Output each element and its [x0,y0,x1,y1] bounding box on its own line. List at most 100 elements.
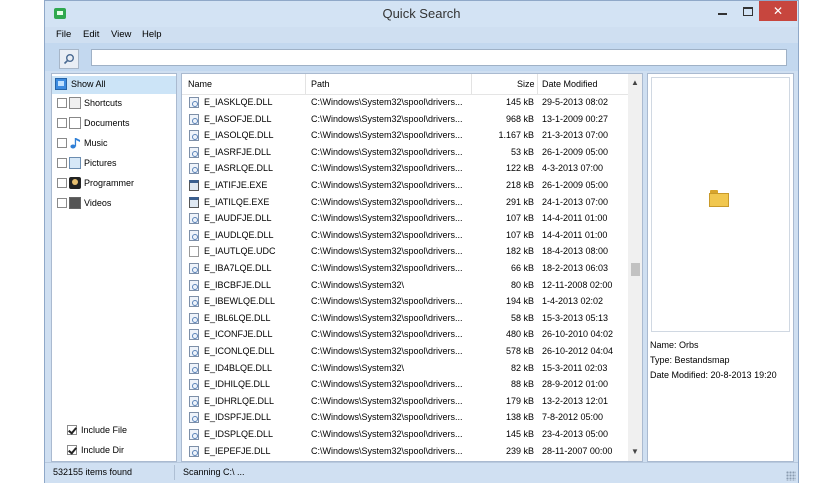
table-row[interactable]: E_IDHRLQE.DLL C:\Windows\System32\spool\d… [182,394,628,410]
file-name-cell: E_IASOLQE.DLL [204,130,274,141]
file-size-cell: 194 kB [505,296,534,307]
menu-help[interactable]: Help [142,29,162,40]
table-row[interactable]: E_IBL6LQE.DLL C:\Windows\System32\spool\d… [182,311,628,327]
sidebar-item-documents[interactable]: Documents [52,115,176,133]
sidebar-item-videos[interactable]: Videos [52,195,176,213]
date-modified-cell: 14-4-2011 01:00 [542,229,608,240]
menu-view[interactable]: View [111,29,131,40]
dll-file-icon [189,346,199,357]
include-file-checkbox[interactable] [67,425,77,435]
sidebar-item-show-all[interactable]: Show All [52,76,176,94]
close-button[interactable]: ✕ [759,1,797,21]
vertical-scrollbar[interactable]: ▲ ▼ [628,74,642,461]
sidebar-item-label: Videos [84,198,112,208]
include-file-label: Include File [81,425,128,435]
table-row[interactable]: E_IDSPFJE.DLL C:\Windows\System32\spool\d… [182,410,628,426]
sidebar-item-label: Pictures [84,158,117,168]
pictures-checkbox[interactable] [57,158,67,168]
file-name-cell: E_IATILQE.EXE [204,196,270,207]
include-dir-checkbox[interactable] [67,445,77,455]
file-name-cell: E_IAUTLQE.UDC [204,246,276,257]
maximize-button[interactable] [735,1,761,21]
column-header-name[interactable]: Name [188,79,212,89]
minimize-button[interactable] [709,1,735,21]
sidebar-item-pictures[interactable]: Pictures [52,155,176,173]
dll-file-icon [189,113,199,125]
table-row[interactable]: E_IBEWLQE.DLL C:\Windows\System32\spool\d… [182,294,628,310]
table-row[interactable]: E_IATILQE.EXE C:\Windows\System32\spool\d… [182,195,628,211]
sidebar-item-programmer[interactable]: Programmer [52,175,176,193]
file-path-cell: C:\Windows\System32\spool\drivers... [311,312,463,323]
file-name-cell: E_ID4BLQE.DLL [204,362,273,373]
music-checkbox[interactable] [57,138,67,148]
include-dir-label: Include Dir [81,445,125,455]
column-header-date-modified[interactable]: Date Modified [542,79,598,89]
file-name-cell: E_IASKLQE.DLL [204,97,273,107]
show-all-icon [55,78,67,90]
scroll-down-icon[interactable]: ▼ [628,445,642,459]
sidebar-item-label: Shortcuts [84,98,123,108]
table-row[interactable]: E_ID4BLQE.DLL C:\Windows\System32\ 82 kB 15… [182,361,628,377]
search-button[interactable] [59,49,79,69]
search-input[interactable] [91,49,787,66]
title-bar: Quick Search ✕ [45,1,798,27]
file-path-cell: C:\Windows\System32\spool\drivers... [311,379,463,390]
file-path-cell: C:\Windows\System32\spool\drivers... [311,329,463,340]
sidebar-item-music[interactable]: Music [52,135,176,153]
column-header-path[interactable]: Path [311,79,330,89]
scroll-thumb[interactable] [631,263,640,276]
file-path-cell: C:\Windows\System32\ [311,279,405,290]
documents-checkbox[interactable] [57,118,67,128]
file-size-cell: 182 kB [505,246,534,257]
table-row[interactable]: E_IAUTLQE.UDC C:\Windows\System32\spool\d… [182,244,628,260]
table-row[interactable]: E_IASOFJE.DLL C:\Windows\System32\spool\d… [182,112,628,128]
column-divider[interactable] [471,74,472,94]
dll-file-icon [189,296,199,308]
column-divider[interactable] [537,74,538,94]
table-row[interactable]: E_IDSPLQE.DLL C:\Windows\System32\spool\d… [182,427,628,443]
file-path-cell: C:\Windows\System32\spool\drivers... [311,97,463,107]
file-path-cell: C:\Windows\System32\spool\drivers... [311,263,463,273]
table-row[interactable]: E_IASRFJE.DLL C:\Windows\System32\spool\d… [182,145,628,161]
column-header-size[interactable]: Size [517,79,535,89]
file-path-cell: C:\Windows\System32\spool\drivers... [311,412,463,423]
videos-checkbox[interactable] [57,198,67,208]
file-path-cell: C:\Windows\System32\spool\drivers... [311,229,463,240]
date-modified-cell: 28-11-2007 00:00 [542,445,613,456]
table-row[interactable]: E_IASKLQE.DLL C:\Windows\System32\spool\d… [182,95,628,111]
file-size-cell: 179 kB [505,395,534,406]
file-name-cell: E_IDSPFJE.DLL [204,412,272,423]
file-size-cell: 1.167 kB [498,130,534,141]
table-row[interactable]: E_IASRLQE.DLL C:\Windows\System32\spool\d… [182,161,628,177]
file-size-cell: 107 kB [505,213,534,224]
file-name-cell: E_IBEWLQE.DLL [204,296,276,307]
table-row[interactable]: E_IASOLQE.DLL C:\Windows\System32\spool\d… [182,128,628,144]
table-row[interactable]: E_IDHILQE.DLL C:\Windows\System32\spool\d… [182,377,628,393]
dll-file-icon [189,97,199,108]
file-size-cell: 578 kB [505,346,534,356]
file-size-cell: 88 kB [510,379,534,390]
table-row[interactable]: E_IBCBFJE.DLL C:\Windows\System32\ 80 kB 12… [182,278,628,294]
shortcuts-checkbox[interactable] [57,98,67,108]
table-row[interactable]: E_ICONFJE.DLL C:\Windows\System32\spool\d… [182,327,628,343]
programmer-checkbox[interactable] [57,178,67,188]
file-path-cell: C:\Windows\System32\spool\drivers... [311,346,463,356]
table-row[interactable]: E_IATIFJE.EXE C:\Windows\System32\spool\d… [182,178,628,194]
table-row[interactable]: E_IAUDFJE.DLL C:\Windows\System32\spool\d… [182,211,628,227]
date-modified-cell: 15-3-2013 05:13 [542,312,609,323]
table-row[interactable]: E_ICONLQE.DLL C:\Windows\System32\spool\d… [182,344,628,360]
date-modified-cell: 12-11-2008 02:00 [542,279,613,290]
menu-edit[interactable]: Edit [83,29,99,40]
file-size-cell: 480 kB [505,329,534,340]
menu-file[interactable]: File [56,29,71,40]
file-size-cell: 291 kB [505,196,534,207]
dll-file-icon [189,213,199,225]
file-size-cell: 145 kB [505,97,534,107]
column-divider[interactable] [305,74,306,94]
resize-grip-icon[interactable] [786,471,796,481]
table-row[interactable]: E_IBA7LQE.DLL C:\Windows\System32\spool\d… [182,261,628,277]
table-row[interactable]: E_IEPEFJE.DLL C:\Windows\System32\spool\d… [182,444,628,460]
table-row[interactable]: E_IAUDLQE.DLL C:\Windows\System32\spool\d… [182,228,628,244]
sidebar-item-shortcuts[interactable]: Shortcuts [52,95,176,113]
scroll-up-icon[interactable]: ▲ [628,76,642,90]
